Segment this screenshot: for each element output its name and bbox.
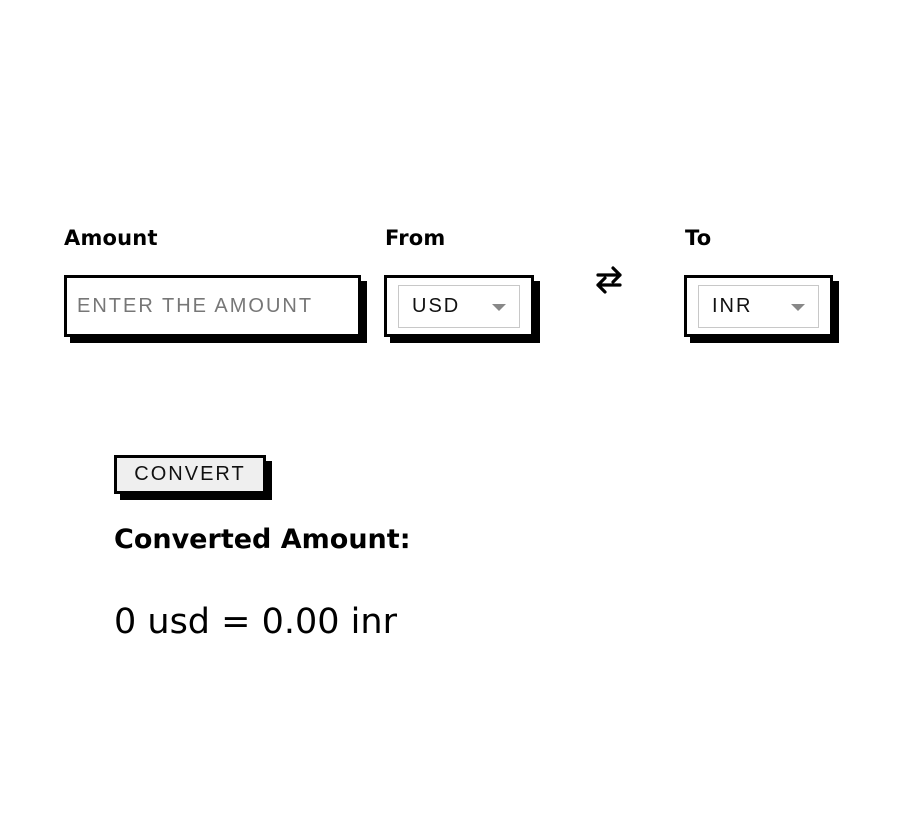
to-currency-select[interactable]: INR — [698, 285, 819, 328]
swap-arrows-icon[interactable] — [594, 264, 624, 296]
amount-label: Amount — [64, 226, 158, 250]
converted-amount-title: Converted Amount: — [114, 524, 411, 555]
from-currency-value: USD — [412, 295, 461, 317]
chevron-down-icon — [791, 304, 805, 311]
from-currency-select[interactable]: USD — [398, 285, 520, 328]
amount-input[interactable] — [67, 278, 358, 334]
to-currency-frame: INR — [684, 275, 833, 337]
chevron-down-icon — [492, 304, 506, 311]
from-label: From — [385, 226, 446, 250]
swap-arrows-svg — [596, 266, 622, 294]
from-currency-frame: USD — [384, 275, 534, 337]
amount-field-frame — [64, 275, 361, 337]
currency-converter: Amount From To USD INR CONVERT Converted… — [0, 0, 903, 840]
to-label: To — [685, 226, 712, 250]
converted-result: 0 usd = 0.00 inr — [114, 602, 397, 642]
convert-button[interactable]: CONVERT — [114, 455, 266, 494]
to-currency-value: INR — [712, 295, 753, 317]
